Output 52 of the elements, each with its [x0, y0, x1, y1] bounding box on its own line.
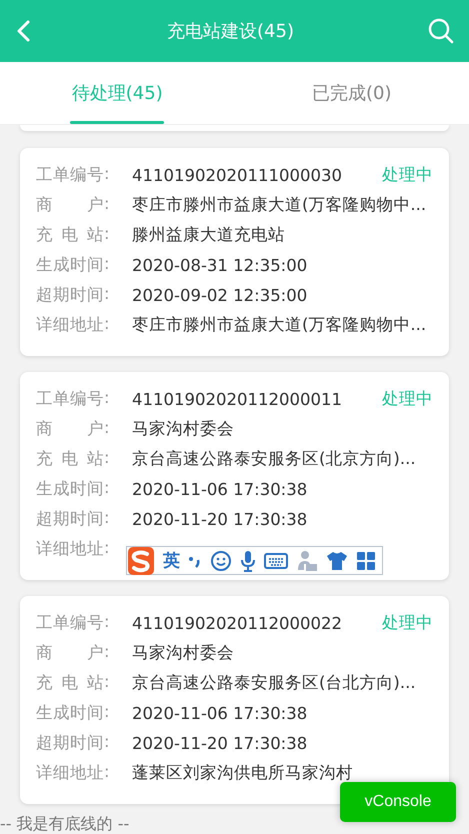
field-value: 马家沟村委会: [132, 642, 234, 664]
field-label: 超期时间:: [36, 284, 111, 306]
field-value: 41101902020111000030: [132, 166, 342, 184]
field-label: 工单编号:: [36, 388, 111, 410]
field-value: 京台高速公路泰安服务区(北京方向)...: [132, 448, 416, 470]
language-toggle[interactable]: 英: [163, 549, 180, 572]
field-value: 2020-08-31 12:35:00: [132, 256, 308, 274]
field-value: 2020-11-20 17:30:38: [132, 734, 308, 752]
field-value: 41101902020112000022: [132, 614, 342, 632]
status-label: 处理中: [382, 612, 433, 634]
field-value: 枣庄市滕州市益康大道(万客隆购物中...: [132, 194, 426, 216]
shirt-icon[interactable]: [326, 550, 348, 570]
field-label: 详细地址:: [36, 538, 111, 560]
grid-icon[interactable]: [356, 550, 376, 570]
field-value: 41101902020112000011: [132, 390, 342, 408]
field-value: 蓬莱区刘家沟供电所马家沟村: [132, 762, 353, 784]
field-label: 工单编号:: [36, 612, 111, 634]
microphone-icon[interactable]: [240, 550, 256, 572]
field-label: 生成时间:: [36, 478, 111, 500]
field-label: 商户:: [36, 642, 111, 664]
field-value: 滕州益康大道充电站: [132, 224, 285, 246]
field-label: 商户:: [36, 194, 111, 216]
field-value: 马家沟村委会: [132, 418, 234, 440]
field-value: 枣庄市滕州市益康大道(万客隆购物中...: [132, 314, 426, 336]
end-of-list-text: -- 我是有底线的 --: [0, 814, 130, 834]
field-value: 京台高速公路泰安服务区(台北方向)...: [132, 672, 416, 694]
vconsole-button[interactable]: vConsole: [340, 782, 456, 822]
field-label: 充电站:: [36, 672, 111, 694]
status-label: 处理中: [382, 164, 433, 186]
field-label: 充电站:: [36, 448, 111, 470]
field-label: 详细地址:: [36, 762, 111, 784]
field-value: 2020-11-06 17:30:38: [132, 480, 308, 498]
field-value: 2020-11-06 17:30:38: [132, 704, 308, 722]
smiley-icon[interactable]: [210, 550, 232, 572]
field-label: 超期时间:: [36, 732, 111, 754]
field-label: 生成时间:: [36, 254, 111, 276]
field-value: 2020-09-02 12:35:00: [132, 286, 308, 304]
field-label: 工单编号:: [36, 164, 111, 186]
field-label: 充电站:: [36, 224, 111, 246]
keyboard-icon[interactable]: [264, 552, 288, 570]
field-label: 商户:: [36, 418, 111, 440]
tab[interactable]: 已完成(0): [234, 62, 469, 124]
field-label: 超期时间:: [36, 508, 111, 530]
search-icon: [426, 17, 455, 45]
order-card[interactable]: 工单编号: 41101902020112000011 处理中 商户: 马家沟村委会 充电站: 京台高速公路泰安服务区(北京方向)... 生成时间: 2020-11-06 17:30:38 超期时间: 2020-11-20 17:30:38 详细地址: 英: [20, 372, 449, 580]
field-label: 生成时间:: [36, 702, 111, 724]
logo-icon[interactable]: [127, 546, 155, 576]
status-label: 处理中: [382, 388, 433, 410]
page-title: 充电站建设(45): [167, 20, 294, 43]
field-value: 2020-11-20 17:30:38: [132, 510, 308, 528]
field-label: 详细地址:: [36, 314, 111, 336]
order-card[interactable]: 工单编号: 41101902020111000030 处理中 商户: 枣庄市滕州市益康大道(万客隆购物中... 充电站: 滕州益康大道充电站 生成时间: 2020-08-31 12:35:00 超期时间: 2020-09-02 12:35:00 详细地址: 枣庄市滕州市益康大道(万客隆购物中...: [20, 148, 449, 356]
